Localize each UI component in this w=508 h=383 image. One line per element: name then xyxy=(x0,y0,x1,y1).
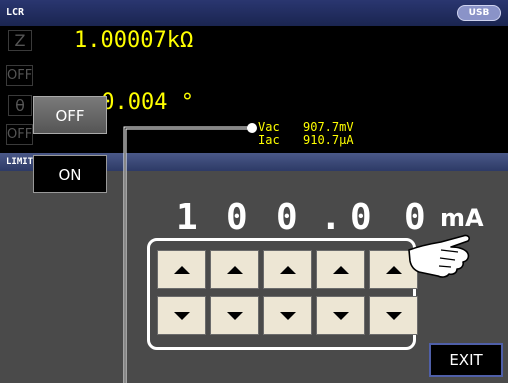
triangle-up-icon xyxy=(226,265,243,274)
triangle-down-icon xyxy=(332,311,349,320)
limit-off-button[interactable]: OFF xyxy=(33,96,107,134)
limit-decimal-point: . xyxy=(320,197,342,238)
triangle-down-icon xyxy=(226,311,243,320)
decrement-row xyxy=(157,296,418,335)
digit-4-down-button[interactable] xyxy=(316,296,365,335)
limit-digit-5: 0 xyxy=(404,197,426,238)
param2-label: OFF xyxy=(6,65,33,86)
triangle-down-icon xyxy=(279,311,296,320)
digit-3-up-button[interactable] xyxy=(263,250,312,289)
limit-digit-1: 1 xyxy=(176,197,198,238)
digit-3-down-button[interactable] xyxy=(263,296,312,335)
header-bar: LCR USB xyxy=(0,0,508,26)
usb-badge: USB xyxy=(457,5,501,21)
limit-panel-title: LIMIT xyxy=(6,157,34,167)
digit-2-up-button[interactable] xyxy=(210,250,259,289)
limit-on-button[interactable]: ON xyxy=(33,155,107,193)
digit-5-down-button[interactable] xyxy=(369,296,418,335)
limit-digit-2: 0 xyxy=(226,197,248,238)
monitor-current-label: Iac xyxy=(258,133,280,147)
digit-5-up-button[interactable] xyxy=(369,250,418,289)
exit-button[interactable]: EXIT xyxy=(429,343,503,377)
limit-unit: mA xyxy=(440,204,484,232)
triangle-down-icon xyxy=(385,311,402,320)
mode-title: LCR xyxy=(6,7,25,18)
increment-row xyxy=(157,250,418,289)
triangle-up-icon xyxy=(173,265,190,274)
triangle-up-icon xyxy=(332,265,349,274)
digit-4-up-button[interactable] xyxy=(316,250,365,289)
triangle-up-icon xyxy=(279,265,296,274)
monitor-voltage-label: Vac xyxy=(258,120,280,134)
triangle-down-icon xyxy=(173,311,190,320)
param3-label: θ xyxy=(8,95,32,116)
param1-label: Z xyxy=(8,30,32,51)
triangle-up-icon xyxy=(385,265,402,274)
monitor-current-value: 910.7μA xyxy=(303,133,354,147)
limit-digit-3: 0 xyxy=(276,197,298,238)
param4-label: OFF xyxy=(6,124,33,145)
digit-1-up-button[interactable] xyxy=(157,250,206,289)
limit-digit-4: 0 xyxy=(350,197,372,238)
digit-2-down-button[interactable] xyxy=(210,296,259,335)
monitor-voltage-value: 907.7mV xyxy=(303,120,354,134)
digit-1-down-button[interactable] xyxy=(157,296,206,335)
param1-value: 1.00007kΩ xyxy=(74,28,194,53)
digit-stepper xyxy=(147,238,418,350)
